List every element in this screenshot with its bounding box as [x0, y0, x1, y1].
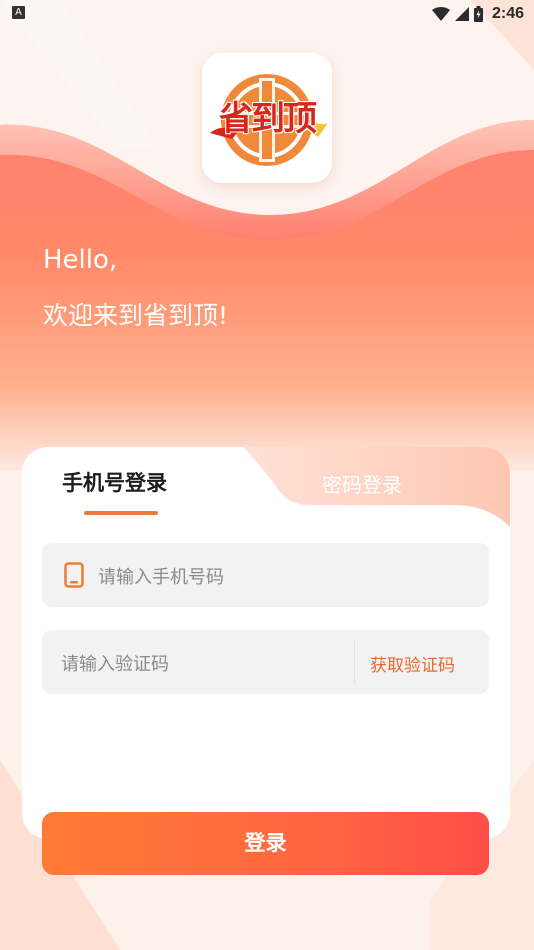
notification-icon: A [12, 6, 25, 19]
phone-icon [64, 562, 84, 588]
phone-field[interactable]: 请输入手机号码 [42, 543, 489, 607]
signal-icon [454, 7, 469, 21]
status-time: 2:46 [491, 5, 524, 22]
greeting-hello: Hello, [43, 245, 118, 275]
get-code-button[interactable]: 获取验证码 [370, 651, 455, 676]
wifi-icon [431, 7, 450, 21]
status-icons: 2:46 [431, 4, 524, 24]
tab-phone-login[interactable]: 手机号登录 [62, 467, 167, 497]
tab-active-indicator [84, 511, 158, 515]
login-button[interactable]: 登录 [42, 812, 489, 875]
status-bar: A 2:46 [0, 0, 534, 28]
field-divider [354, 640, 355, 684]
code-input-placeholder: 请输入验证码 [61, 654, 169, 675]
verification-code-field[interactable]: 请输入验证码 获取验证码 [42, 630, 489, 694]
logo-text: 省到顶 [219, 99, 317, 139]
tab-password-login[interactable]: 密码登录 [322, 469, 402, 498]
phone-input-placeholder: 请输入手机号码 [98, 567, 224, 588]
app-logo: 省到顶 [202, 53, 332, 183]
battery-icon [473, 6, 483, 22]
greeting-welcome: 欢迎来到省到顶! [43, 301, 229, 330]
